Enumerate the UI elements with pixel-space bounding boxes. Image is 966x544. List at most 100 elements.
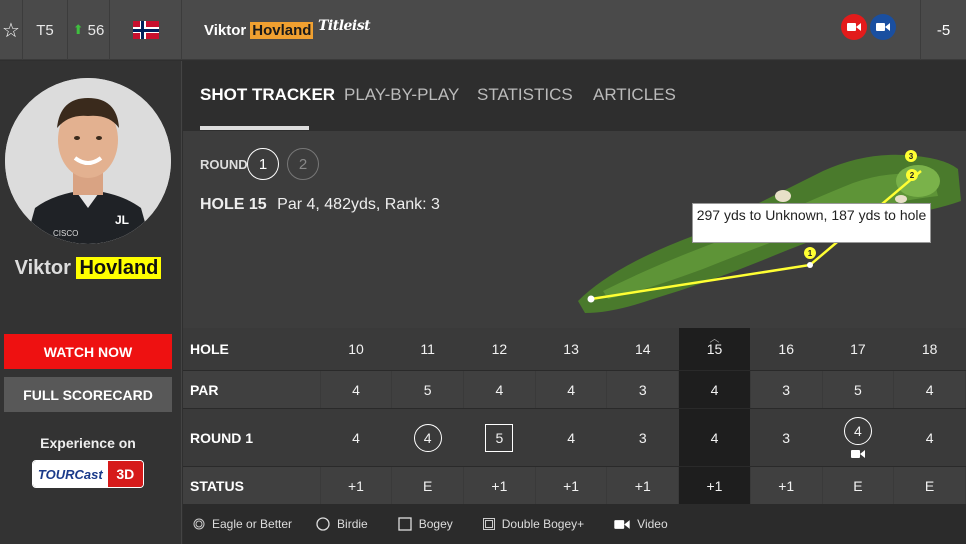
- par-cell: 4: [536, 371, 608, 408]
- tourcast-label: TOURCast: [33, 461, 108, 487]
- sidebar-last-name: Hovland: [76, 257, 162, 279]
- status-cell: E: [392, 467, 465, 504]
- circle-icon: [316, 517, 330, 531]
- favorite-star-icon[interactable]: ☆: [0, 0, 22, 60]
- sponsor-logo: Titleist: [318, 18, 371, 34]
- score-cell-birdie[interactable]: 4: [823, 409, 895, 466]
- score-legend: Eagle or Better Birdie Bogey Double Boge…: [183, 504, 966, 544]
- shot-tooltip: 297 yds to Unknown, 187 yds to hole: [692, 203, 931, 243]
- round-1-header: ROUND 1: [183, 409, 321, 466]
- score-cell: 4: [536, 409, 608, 466]
- round-1-row: ROUND 1 4 4 5 4 3 4 3 4 4: [183, 409, 966, 467]
- legend-double-bogey-label: Double Bogey+: [501, 517, 585, 531]
- bogey-square: 5: [485, 423, 514, 452]
- round-label: ROUND: [200, 157, 248, 172]
- hole-number: HOLE 15: [200, 196, 267, 213]
- hole-cell-current[interactable]: ︿ 15: [679, 328, 751, 370]
- tee-marker: [587, 295, 595, 303]
- double-circle-icon: [193, 518, 205, 530]
- main-panel: SHOT TRACKER PLAY-BY-PLAY STATISTICS ART…: [183, 61, 966, 544]
- hole-cell[interactable]: 14: [607, 328, 680, 370]
- hole-cell[interactable]: 18: [894, 328, 966, 370]
- legend-birdie: Birdie: [316, 517, 368, 531]
- score-cell: 4: [894, 409, 966, 466]
- round-1-button[interactable]: 1: [247, 148, 279, 180]
- par-cell: 4: [321, 371, 393, 408]
- live-video-icon[interactable]: [841, 14, 867, 40]
- score-cell: 3: [751, 409, 823, 466]
- par-cell: 4: [894, 371, 966, 408]
- shot-1-label: 1: [808, 249, 813, 258]
- player-first-name: Viktor: [204, 21, 247, 39]
- hole-cell[interactable]: 13: [536, 328, 608, 370]
- score-cell: 3: [607, 409, 680, 466]
- hole-cell[interactable]: 11: [392, 328, 465, 370]
- video-icon: [614, 519, 630, 529]
- birdie-circle: 4: [843, 416, 872, 445]
- rank-movement: ⬆ 56: [68, 0, 110, 60]
- active-tab-indicator: [200, 126, 309, 130]
- hole-cell[interactable]: 17: [823, 328, 895, 370]
- tab-articles[interactable]: ARTICLES: [593, 85, 676, 105]
- par-header: PAR: [183, 371, 321, 408]
- scorecard: HOLE 10 11 12 13 14 ︿ 15 16 17 18 PAR 4 5…: [183, 328, 966, 504]
- status-cell: E: [894, 467, 966, 504]
- par-cell: 3: [607, 371, 680, 408]
- hole-detail: Par 4, 482yds, Rank: 3: [277, 196, 440, 213]
- square-icon: [398, 517, 412, 531]
- player-name-top[interactable]: Viktor Hovland: [204, 0, 314, 60]
- total-score: -5: [920, 0, 966, 60]
- caret-up-icon: ︿: [709, 334, 720, 345]
- experience-label: Experience on: [40, 435, 136, 451]
- legend-eagle-label: Eagle or Better: [212, 517, 293, 531]
- legend-video-label: Video: [637, 517, 668, 531]
- legend-double-bogey: Double Bogey+: [482, 517, 585, 531]
- par-cell: 4: [679, 371, 751, 408]
- status-cell: +1: [536, 467, 608, 504]
- status-cell: +1: [464, 467, 536, 504]
- svg-text:JL: JL: [115, 213, 129, 227]
- arrow-up-icon: ⬆: [72, 22, 84, 37]
- hole-cell[interactable]: 16: [751, 328, 823, 370]
- status-cell: E: [823, 467, 895, 504]
- birdie-circle: 4: [413, 423, 442, 452]
- norway-flag-icon: [110, 0, 182, 60]
- status-header: STATUS: [183, 467, 321, 504]
- hole-cell[interactable]: 12: [464, 328, 536, 370]
- watch-now-button[interactable]: WATCH NOW: [4, 334, 172, 369]
- legend-video: Video: [614, 517, 668, 531]
- video-icon[interactable]: [870, 14, 896, 40]
- hole-cell[interactable]: 10: [321, 328, 393, 370]
- tab-bar: SHOT TRACKER PLAY-BY-PLAY STATISTICS ART…: [183, 61, 966, 131]
- hole-header: HOLE: [183, 328, 321, 370]
- tourcast-3d-button[interactable]: TOURCast 3D: [32, 460, 144, 488]
- player-last-name: Hovland: [250, 21, 314, 39]
- score-cell: 4: [321, 409, 393, 466]
- par-row: PAR 4 5 4 4 3 4 3 5 4: [183, 371, 966, 409]
- legend-birdie-label: Birdie: [337, 517, 368, 531]
- par-cell: 5: [823, 371, 895, 408]
- tab-statistics[interactable]: STATISTICS: [477, 85, 573, 105]
- tab-play-by-play[interactable]: PLAY-BY-PLAY: [344, 85, 459, 105]
- par-cell: 4: [464, 371, 536, 408]
- score-cell-birdie: 4: [392, 409, 465, 466]
- video-icon[interactable]: [850, 449, 865, 459]
- status-cell: +1: [607, 467, 680, 504]
- shot-2-label: 2: [910, 171, 915, 180]
- par-cell: 3: [751, 371, 823, 408]
- legend-eagle: Eagle or Better: [193, 517, 292, 531]
- player-avatar: CISCO JL: [5, 78, 171, 244]
- sidebar-first-name: Viktor: [14, 257, 71, 279]
- tourcast-3d-label: 3D: [107, 461, 143, 487]
- full-scorecard-button[interactable]: FULL SCORECARD: [4, 377, 172, 412]
- status-cell: +1: [751, 467, 823, 504]
- legend-bogey: Bogey: [398, 517, 453, 531]
- svg-text:CISCO: CISCO: [53, 229, 78, 238]
- status-row: STATUS +1 E +1 +1 +1 +1 +1 E E: [183, 467, 966, 504]
- tab-shot-tracker[interactable]: SHOT TRACKER: [200, 85, 335, 105]
- score-cell: 4: [679, 409, 751, 466]
- round-2-button[interactable]: 2: [287, 148, 319, 180]
- status-cell: +1: [321, 467, 393, 504]
- status-cell: +1: [679, 467, 751, 504]
- rank-move-value: 56: [87, 21, 105, 39]
